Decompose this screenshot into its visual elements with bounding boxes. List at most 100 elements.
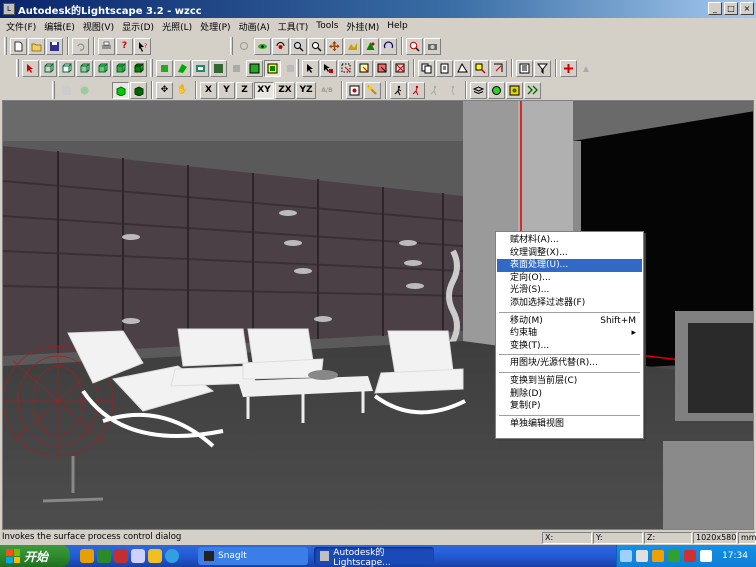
axis-x-button[interactable]: X: [200, 81, 217, 99]
print-icon[interactable]: [98, 37, 115, 55]
viewport-3d[interactable]: 赋材料(A)... 纹理调整(X)... 表面处理(U)... 定向(O)... 光滑(…: [2, 100, 754, 530]
quicklaunch-qq-icon[interactable]: [80, 549, 94, 563]
zoom-window-icon[interactable]: [290, 37, 307, 55]
orbit-icon[interactable]: [272, 37, 289, 55]
paste-icon[interactable]: [436, 59, 453, 77]
plane-xy-button[interactable]: XY: [254, 81, 274, 99]
blank-tool[interactable]: [94, 81, 111, 99]
sphere-icon[interactable]: [76, 81, 93, 99]
filter-icon[interactable]: [534, 59, 551, 77]
context-menu-item[interactable]: 表面处理(U)...: [497, 259, 642, 272]
close-button[interactable]: ×: [740, 2, 754, 15]
gray-cube-icon[interactable]: [228, 59, 245, 77]
select-mode-icon[interactable]: [246, 59, 263, 77]
view-camera-icon[interactable]: [424, 37, 441, 55]
minimize-button[interactable]: _: [708, 2, 722, 15]
context-menu-item[interactable]: 约束轴 ▸: [497, 327, 642, 340]
add-light-icon[interactable]: [560, 59, 577, 77]
select-surface-icon[interactable]: [374, 59, 391, 77]
cube-smooth-icon[interactable]: [94, 59, 111, 77]
help-icon[interactable]: ?: [116, 37, 133, 55]
person-walk-icon[interactable]: [390, 81, 407, 99]
cube-wire-icon[interactable]: [40, 59, 57, 77]
undo-icon[interactable]: [72, 37, 89, 55]
quicklaunch-folder-icon[interactable]: [148, 549, 162, 563]
menu-help[interactable]: Help: [383, 21, 412, 31]
light-gray-icon-2[interactable]: [578, 59, 595, 77]
eye-icon[interactable]: [254, 37, 271, 55]
quicklaunch-ie-icon[interactable]: [165, 549, 179, 563]
axis-z-button[interactable]: Z: [236, 81, 253, 99]
pan-icon[interactable]: [326, 37, 343, 55]
move-icon[interactable]: [472, 59, 489, 77]
cube-texture-icon[interactable]: [112, 59, 129, 77]
quicklaunch-green-icon[interactable]: [97, 549, 111, 563]
network-icon[interactable]: [636, 550, 649, 562]
walk-icon[interactable]: [344, 37, 361, 55]
menu-tools[interactable]: Tools: [312, 21, 342, 31]
mesh-icon[interactable]: [264, 59, 281, 77]
context-menu-item[interactable]: 单独编辑视图: [497, 418, 642, 431]
menu-display[interactable]: 显示(D): [118, 20, 158, 33]
context-menu-item[interactable]: 光滑(S)...: [497, 284, 642, 297]
block-icon[interactable]: [156, 59, 173, 77]
layer-icon[interactable]: [192, 59, 209, 77]
new-file-icon[interactable]: [10, 37, 27, 55]
tray-red-icon[interactable]: [684, 550, 697, 562]
tilt-icon[interactable]: [362, 37, 379, 55]
context-menu-item[interactable]: 纹理调整(X)...: [497, 247, 642, 260]
menu-animation[interactable]: 动画(A): [235, 20, 274, 33]
context-menu-item[interactable]: 赋材料(A)...: [497, 234, 642, 247]
plane-yz-button[interactable]: YZ: [296, 81, 316, 99]
tray-white-icon[interactable]: [700, 550, 713, 562]
context-menu-item[interactable]: 用图块/光源代替(R)...: [497, 357, 642, 370]
select-arrow-icon[interactable]: [22, 59, 39, 77]
material-icon[interactable]: [210, 59, 227, 77]
context-menu-item[interactable]: 添加选择过滤器(F): [497, 297, 642, 310]
select-add-icon[interactable]: [320, 59, 337, 77]
context-menu-item[interactable]: 复制(P): [497, 400, 642, 413]
plane-custom-button[interactable]: A/B: [317, 81, 337, 99]
plane-zx-button[interactable]: ZX: [275, 81, 295, 99]
maximize-button[interactable]: □: [724, 2, 738, 15]
open-folder-icon[interactable]: [28, 37, 45, 55]
surface-icon[interactable]: [174, 59, 191, 77]
context-menu-item[interactable]: 删除(D): [497, 388, 642, 401]
move-arrows-icon[interactable]: ✥: [156, 81, 173, 99]
quicklaunch-red-icon[interactable]: [114, 549, 128, 563]
transform-icon[interactable]: [454, 59, 471, 77]
layers-icon[interactable]: [470, 81, 487, 99]
process-icon[interactable]: [524, 81, 541, 99]
volume-icon[interactable]: [620, 550, 633, 562]
zoom-in-icon[interactable]: [406, 37, 423, 55]
select-layer-icon[interactable]: [356, 59, 373, 77]
person-lock-icon[interactable]: [408, 81, 425, 99]
context-menu-item[interactable]: 移动(M) Shift+M: [497, 315, 642, 328]
cube-hidden-icon[interactable]: [58, 59, 75, 77]
context-menu-item[interactable]: 变换(T)...: [497, 340, 642, 353]
qq-tray-icon[interactable]: [652, 550, 665, 562]
render-sphere-icon[interactable]: [488, 81, 505, 99]
context-menu-item[interactable]: 变换到当前层(C): [497, 375, 642, 388]
menu-view[interactable]: 视图(V): [79, 20, 118, 33]
scale-icon[interactable]: [490, 59, 507, 77]
context-help-icon[interactable]: ?: [134, 37, 151, 55]
antivirus-icon[interactable]: [668, 550, 681, 562]
hand-icon[interactable]: ✋: [174, 81, 191, 99]
zoom-icon[interactable]: [308, 37, 325, 55]
quicklaunch-desktop-icon[interactable]: [131, 549, 145, 563]
app-icon[interactable]: L: [3, 3, 15, 15]
menu-tools-cn[interactable]: 工具(T): [274, 20, 313, 33]
cube-solid-icon[interactable]: [130, 59, 147, 77]
start-button[interactable]: 开始: [0, 545, 70, 567]
menu-process[interactable]: 处理(P): [196, 20, 234, 33]
menu-plugins[interactable]: 外挂(M): [342, 20, 383, 33]
light-direction-icon[interactable]: [364, 81, 381, 99]
context-menu-item[interactable]: 定向(O)...: [497, 272, 642, 285]
deselect-icon[interactable]: [392, 59, 409, 77]
save-icon[interactable]: [46, 37, 63, 55]
copy-icon[interactable]: [418, 59, 435, 77]
menu-file[interactable]: 文件(F): [2, 20, 40, 33]
task-snagit[interactable]: SnagIt: [198, 547, 308, 565]
grid-icon[interactable]: [58, 81, 75, 99]
